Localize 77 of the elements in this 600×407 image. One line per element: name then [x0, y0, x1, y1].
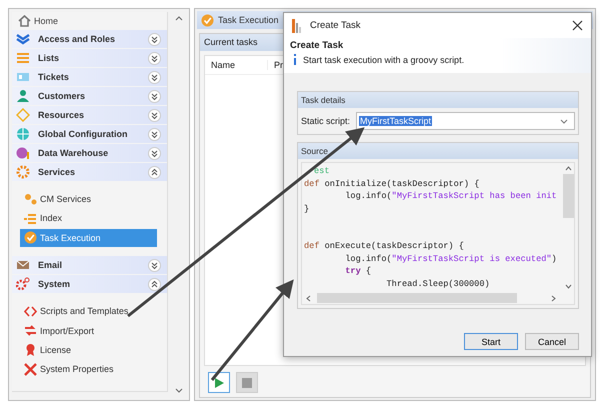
section-icon [16, 108, 30, 122]
chevron-down-icon [560, 118, 568, 124]
item-icon [24, 192, 37, 206]
nav-item[interactable]: System Properties [20, 360, 157, 378]
section-icon [16, 89, 30, 103]
item-icon [24, 324, 37, 338]
section-header[interactable]: System [12, 275, 167, 294]
static-script-dropdown[interactable]: MyFirstTaskScript [356, 112, 575, 130]
expand-icon[interactable] [148, 70, 161, 84]
section-icon [16, 127, 30, 141]
start-button[interactable] [208, 372, 230, 393]
check-icon [201, 14, 214, 26]
code-line: def onInitialize(taskDescriptor) { [304, 178, 480, 190]
dialog-heading: Create Task [290, 40, 344, 51]
section-icon [16, 51, 30, 65]
column-header[interactable]: Name [205, 60, 268, 70]
collapse-icon[interactable] [148, 278, 161, 291]
field-label: Static script: [301, 116, 350, 126]
code-line: try { [344, 265, 372, 278]
scroll-left-icon[interactable] [306, 294, 311, 302]
nav-item[interactable]: Scripts and Templates [20, 302, 157, 320]
code-editor[interactable]: est def onInitialize(taskDescriptor) { log.info("MyFirstTaskScript has been init } def onExecute(taskDescriptor) { log.info("MyFirstTaskScript is executed") try { Thread.Sleep(300000) [301, 162, 575, 305]
scroll-up-icon[interactable] [565, 166, 572, 171]
dialog-title: Create Task [310, 20, 361, 31]
expand-icon[interactable] [148, 146, 161, 160]
home-icon [18, 15, 31, 27]
expand-icon[interactable] [148, 52, 161, 64]
close-icon[interactable] [572, 20, 583, 31]
scroll-down-icon[interactable] [174, 388, 182, 394]
play-icon [214, 378, 224, 388]
section-header[interactable]: Customers [12, 87, 167, 105]
group-title: Task details [298, 92, 578, 108]
code-line: def onExecute(taskDescriptor) { [304, 240, 465, 252]
section-icon [16, 146, 30, 160]
code-line: Thread.Sleep(300000) [386, 278, 491, 290]
code-line: log.info("MyFirstTaskScript has been init [344, 190, 558, 202]
expand-icon[interactable] [148, 128, 161, 140]
info-icon [293, 54, 297, 65]
section-header[interactable]: Resources [12, 106, 167, 124]
collapse-icon[interactable] [148, 166, 161, 178]
section-icon [16, 277, 30, 292]
item-icon [24, 212, 37, 225]
section-header[interactable]: Global Configuration [12, 125, 167, 143]
item-icon [24, 231, 37, 244]
code-line: } [304, 202, 310, 215]
expand-icon[interactable] [148, 258, 161, 272]
expand-icon[interactable] [148, 90, 161, 102]
expand-icon[interactable] [148, 108, 161, 122]
start-button[interactable]: Start [464, 333, 518, 350]
home-link[interactable]: Home [34, 16, 58, 26]
item-icon [24, 304, 37, 318]
item-icon [24, 362, 37, 376]
section-icon [16, 165, 30, 179]
section-icon [16, 70, 30, 84]
code-line: log.info("MyFirstTaskScript is executed") [344, 252, 558, 265]
section-header[interactable]: Access and Roles [12, 30, 167, 48]
code-line: est [313, 165, 330, 178]
item-icon [24, 343, 37, 356]
cancel-button[interactable]: Cancel [525, 333, 579, 350]
section-header[interactable]: Data Warehouse [12, 144, 167, 162]
nav-item[interactable]: Index [20, 209, 157, 228]
group-title: Source [298, 143, 578, 159]
section-icon [16, 32, 30, 46]
scroll-down-icon[interactable] [565, 284, 572, 289]
expand-icon[interactable] [148, 32, 161, 46]
section-header[interactable]: Email [12, 256, 167, 274]
nav-item[interactable]: License [20, 340, 157, 359]
scroll-right-icon[interactable] [551, 294, 556, 302]
stop-icon [242, 378, 252, 388]
scroll-up-icon[interactable] [174, 15, 182, 21]
nav-item[interactable]: Import/Export [20, 322, 157, 340]
section-header[interactable]: Tickets [12, 68, 167, 86]
section-header[interactable]: Lists [12, 49, 167, 67]
dialog-description: Start task execution with a groovy script. [303, 54, 464, 64]
section-header[interactable]: Services [12, 163, 167, 181]
app-icon [292, 18, 302, 32]
nav-item[interactable]: CM Services [20, 190, 157, 208]
